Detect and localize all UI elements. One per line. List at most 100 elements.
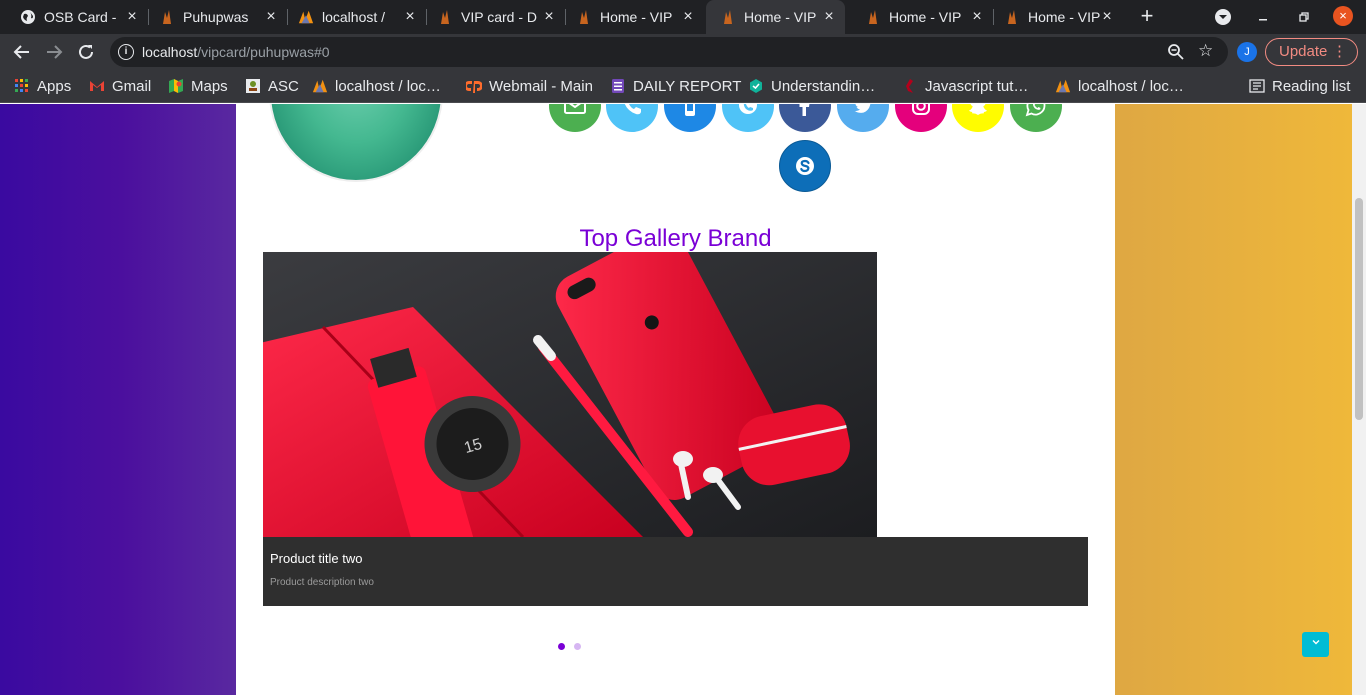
browser-tab[interactable]: VIP card - D × [417,0,566,34]
apps-grid-icon [14,78,30,94]
tab-title: VIP card - D [461,9,537,25]
reading-list-label: Reading list [1272,77,1351,95]
restore-button[interactable] [1294,8,1312,26]
js-icon [902,78,918,94]
scrollbar-thumb[interactable] [1355,198,1363,420]
arrow-left-icon [13,45,29,59]
bookmark-label: Maps [191,77,228,95]
close-icon[interactable]: × [263,9,279,25]
bookmark-label: Understandin… [771,77,876,95]
bookmark-label: localhost / loc… [335,77,441,95]
browser-tab[interactable]: Home - VIP × [556,0,704,34]
facebook-icon[interactable] [779,104,831,132]
instagram-icon[interactable] [895,104,947,132]
bookmark-localhost-2[interactable]: localhost / loc… [1055,76,1184,96]
viber-icon[interactable] [722,104,774,132]
more-menu-icon[interactable]: ⋮ [1332,39,1347,65]
bookmarks-bar: Apps Gmail Maps ASC localhost / loc… Web… [0,69,1366,103]
bookmark-star-icon[interactable]: ☆ [1198,41,1213,61]
forward-button[interactable] [43,41,65,63]
browser-tab-active[interactable]: Home - VIP × [706,0,845,34]
page-scrollbar[interactable] [1352,104,1366,695]
browser-tab[interactable]: Home - VIP × [984,0,1123,34]
skype-icon[interactable] [779,140,831,192]
arrow-right-icon [47,45,63,59]
carousel-dot-active[interactable] [558,643,565,650]
scroll-to-top-button[interactable] [1302,632,1329,657]
window-close-button[interactable]: × [1333,6,1353,26]
gallery-slide-title: Product title two [270,551,363,566]
flame-icon [720,9,736,25]
bookmark-label: Javascript tut… [925,77,1029,95]
tab-title: Home - VIP [600,9,673,25]
close-icon[interactable]: × [821,9,837,25]
asc-icon [245,78,261,94]
browser-tab[interactable]: localhost / × [278,0,427,34]
bookmark-javascript[interactable]: Javascript tut… [902,76,1028,96]
close-icon[interactable]: × [124,9,140,25]
flame-icon [865,9,881,25]
tab-title: Puhupwas [183,9,249,25]
globe-icon [20,9,36,25]
zoom-icon[interactable] [1167,43,1185,61]
chevron-down-icon [1312,640,1319,645]
bookmark-understanding[interactable]: Understandin… [748,76,875,96]
back-button[interactable] [11,41,33,63]
address-bar[interactable]: i localhost/vipcard/puhupwas#0 ☆ [110,37,1228,67]
restore-icon [1299,12,1309,22]
email-icon[interactable] [549,104,601,132]
bookmark-localhost[interactable]: localhost / loc… [312,76,441,96]
reading-list-button[interactable]: Reading list [1249,76,1350,96]
bookmark-apps[interactable]: Apps [14,76,71,96]
reading-list-icon [1249,78,1265,94]
close-icon[interactable]: × [402,9,418,25]
gallery-slide-image[interactable]: 15 [263,252,877,537]
minimize-button[interactable] [1254,8,1272,26]
browser-tab-strip: OSB Card - × Puhupwas × localhost / × VI… [0,0,1366,34]
update-button[interactable]: Update ⋮ [1265,38,1358,66]
browser-tab[interactable]: Home - VIP × [845,0,994,34]
phpmyadmin-icon [312,78,328,94]
close-icon[interactable]: × [1099,9,1115,25]
reload-icon [79,44,93,59]
whatsapp-icon[interactable] [1010,104,1062,132]
close-icon[interactable]: × [680,9,696,25]
mobile-icon[interactable] [664,104,716,132]
bookmark-webmail[interactable]: Webmail - Main [466,76,593,96]
profile-avatar[interactable]: J [1237,42,1257,62]
new-tab-button[interactable]: + [1136,5,1158,28]
bookmark-daily-report[interactable]: DAILY REPORT [610,76,741,96]
bookmark-maps[interactable]: Maps [168,76,228,96]
tab-title: Home - VIP [889,9,962,25]
phpmyadmin-icon [298,9,314,25]
reload-button[interactable] [75,41,97,63]
flame-icon [159,9,175,25]
gallery-slide-description: Product description two [270,577,374,588]
profile-photo [269,104,443,182]
browser-tab[interactable]: OSB Card - × [0,0,149,34]
site-info-icon[interactable]: i [118,44,134,60]
tab-search-button[interactable] [1214,8,1232,26]
address-url[interactable]: localhost/vipcard/puhupwas#0 [142,44,330,60]
tab-title: localhost / [322,9,386,25]
gallery-title: Top Gallery Brand [579,225,772,252]
bookmark-label: DAILY REPORT [633,77,742,95]
twitter-icon[interactable] [837,104,889,132]
flame-icon [437,9,453,25]
snapchat-icon[interactable] [952,104,1004,132]
bookmark-asc[interactable]: ASC [245,76,299,96]
update-label: Update [1279,43,1328,60]
close-icon[interactable]: × [541,9,557,25]
flame-icon [576,9,592,25]
bookmark-label: Apps [37,77,72,95]
browser-tab[interactable]: Puhupwas × [139,0,288,34]
phone-icon[interactable] [606,104,658,132]
browser-toolbar: i localhost/vipcard/puhupwas#0 ☆ J Updat… [0,34,1366,69]
bookmark-gmail[interactable]: Gmail [89,76,151,96]
gmail-icon [89,78,105,94]
carousel-dot[interactable] [574,643,581,650]
close-icon[interactable]: × [969,9,985,25]
bookmark-label: Webmail - Main [489,77,593,95]
chevron-down-icon [1215,9,1231,25]
bookmark-label: ASC [268,77,299,95]
